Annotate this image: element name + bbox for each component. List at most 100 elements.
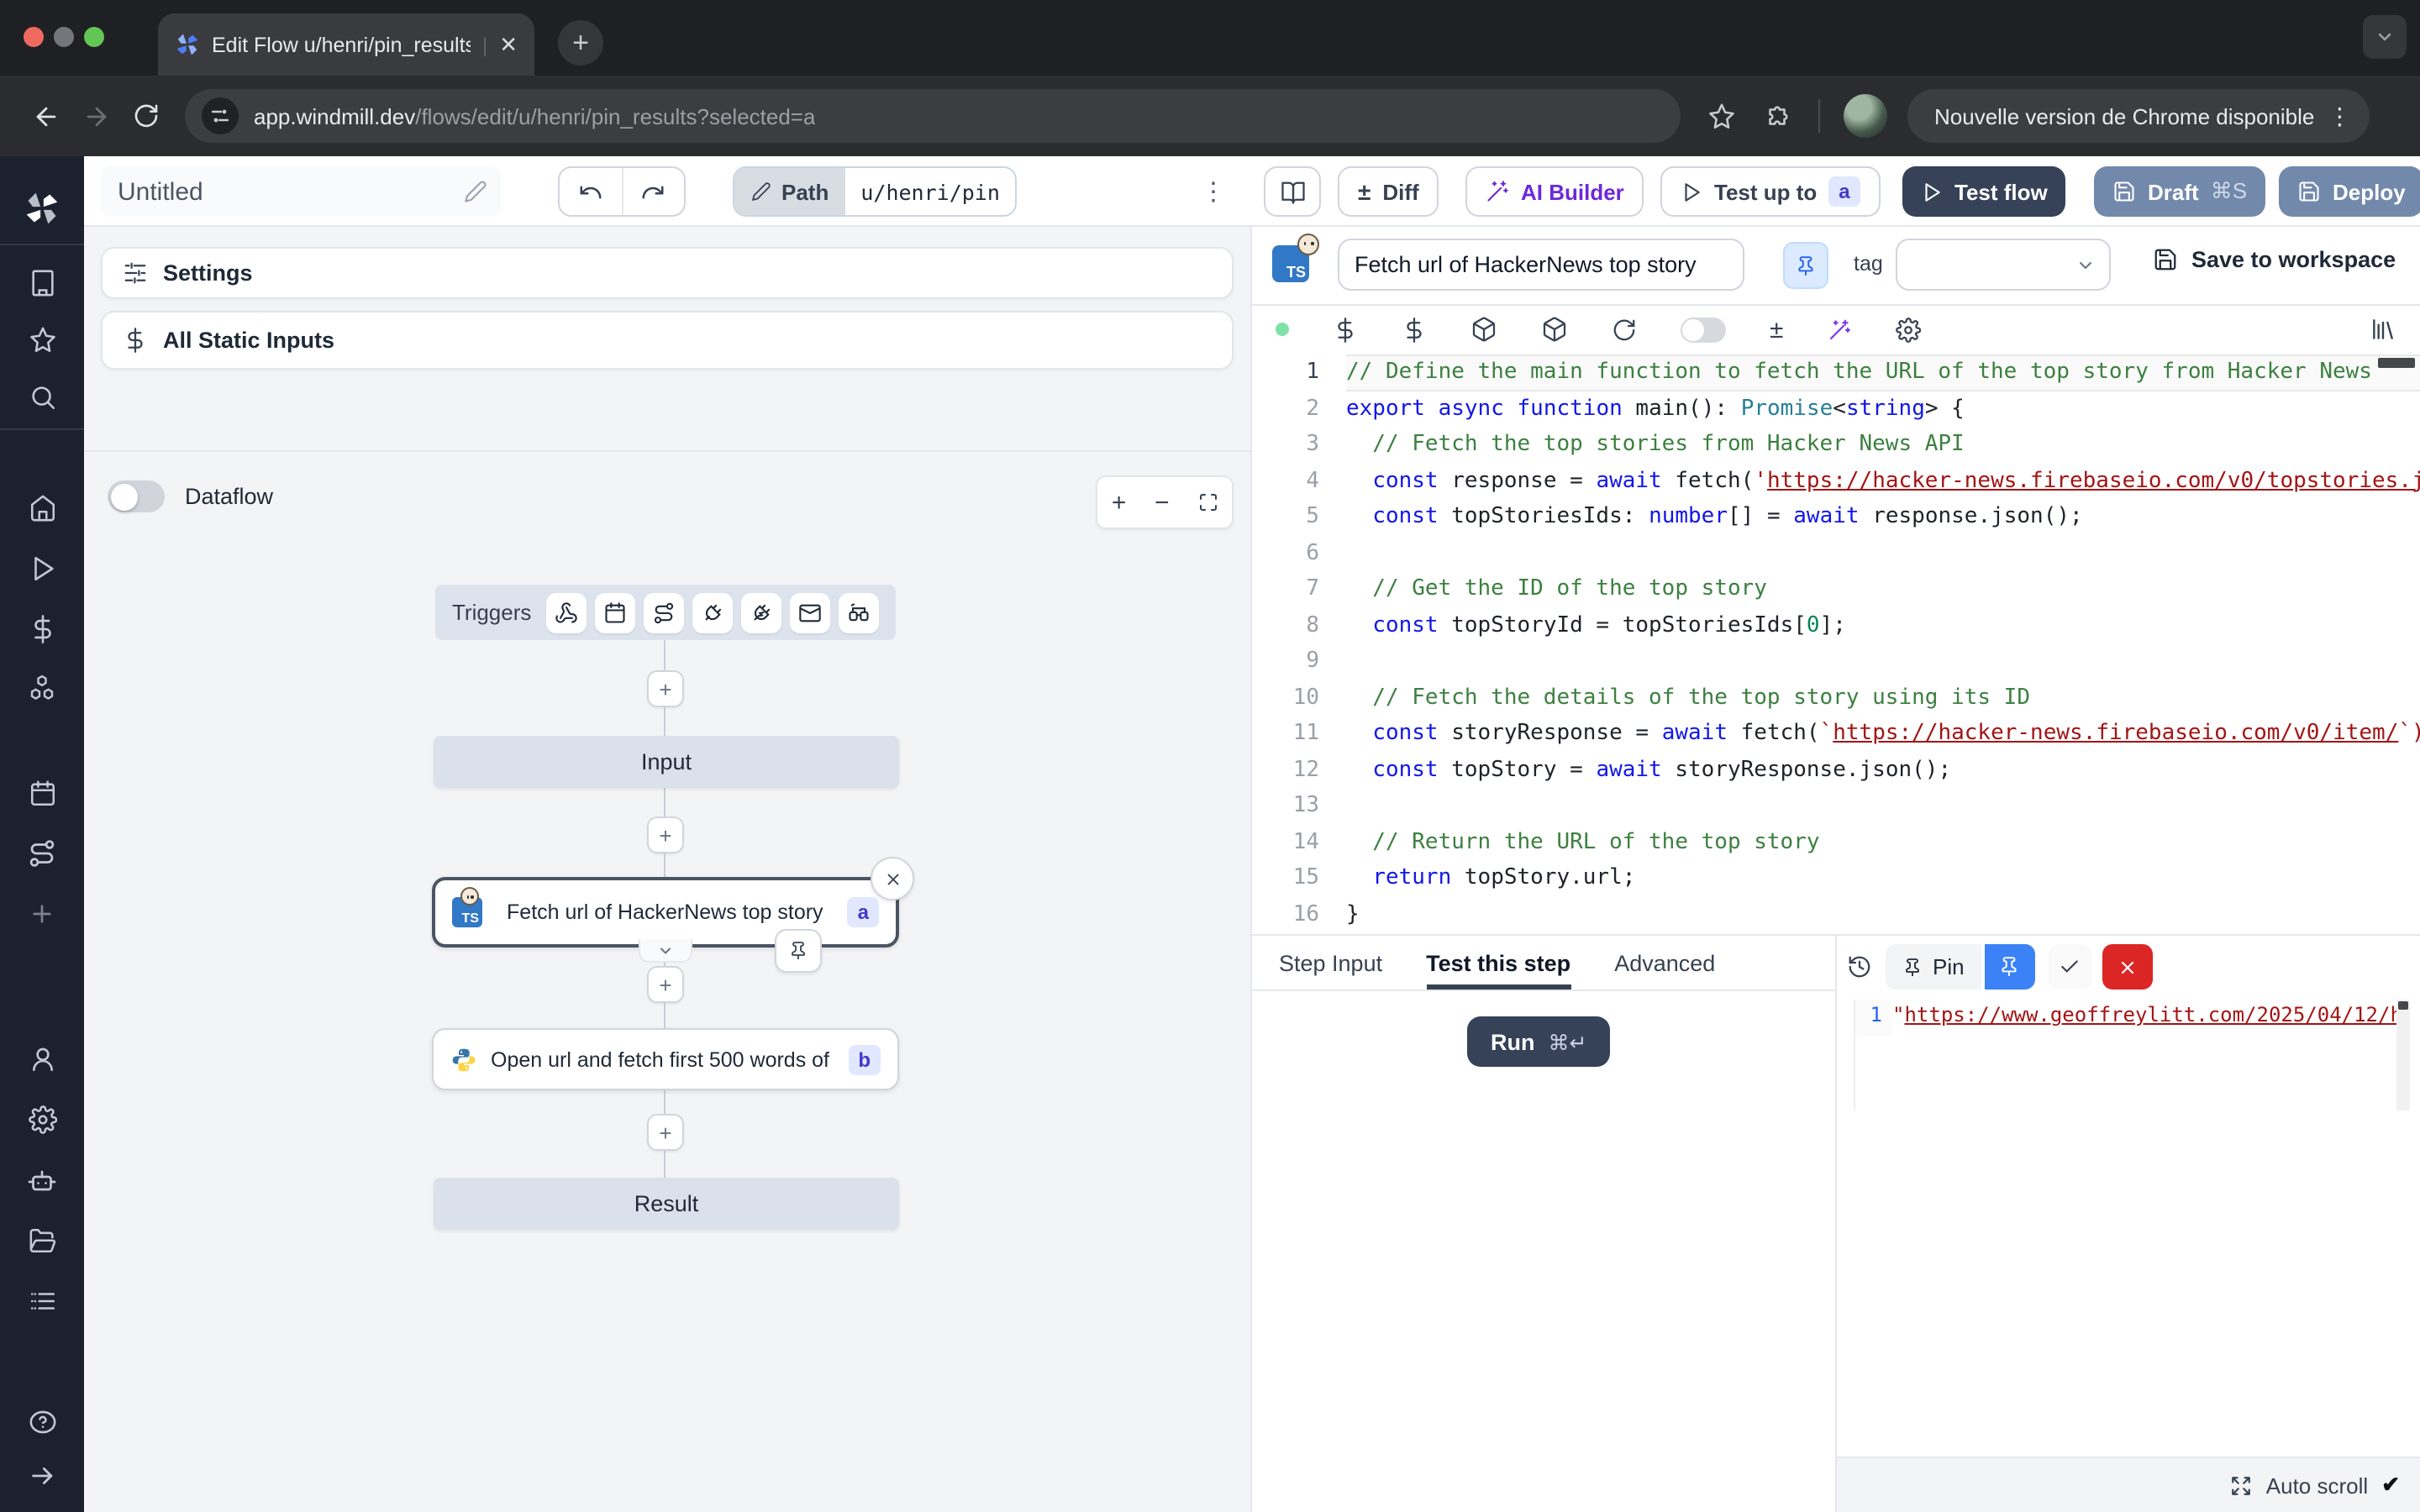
input-node[interactable]: Input <box>434 736 899 788</box>
more-options-icon[interactable]: ⋮ <box>1193 166 1234 217</box>
tab-advanced[interactable]: Advanced <box>1614 936 1715 990</box>
new-tab-button[interactable]: + <box>558 20 603 66</box>
extensions-icon[interactable] <box>1763 102 1791 130</box>
code-editor[interactable]: 1// Define the main function to fetch th… <box>1252 354 2420 934</box>
package-icon[interactable] <box>1470 316 1497 343</box>
tab-search-chevron-icon[interactable] <box>2363 15 2407 59</box>
expand-icon[interactable] <box>2231 1474 2253 1496</box>
clear-pin-button[interactable] <box>2102 944 2153 990</box>
browser-tab[interactable]: Edit Flow u/henri/pin_results | ✕ <box>158 13 534 76</box>
reload-code-icon[interactable] <box>1612 317 1637 342</box>
fit-view-icon[interactable] <box>1197 492 1218 512</box>
sidebar-item-search[interactable] <box>0 375 84 418</box>
close-window-button[interactable] <box>24 27 44 47</box>
sidebar-item-settings[interactable] <box>0 1097 84 1141</box>
undo-button[interactable] <box>560 168 621 215</box>
step-node-a[interactable]: TS Fetch url of HackerNews top story a <box>432 877 899 948</box>
windmill-logo[interactable] <box>0 186 84 230</box>
zoom-in-icon[interactable]: + <box>1112 488 1127 517</box>
expand-step-chevron-icon[interactable] <box>639 939 692 963</box>
deploy-button[interactable]: Deploy <box>2279 166 2420 217</box>
site-info-icon[interactable] <box>202 97 239 134</box>
add-resource-icon[interactable] <box>1402 317 1427 342</box>
code-line[interactable]: 4 const response = await fetch('https://… <box>1252 463 2420 499</box>
code-line[interactable]: 8 const topStoryId = topStoriesIds[0]; <box>1252 607 2420 643</box>
pin-step-button[interactable] <box>1783 242 1828 289</box>
flow-settings-button[interactable]: Settings <box>101 247 1234 299</box>
test-flow-button[interactable]: Test flow <box>1902 166 2066 217</box>
triggers-node[interactable]: Triggers <box>435 585 896 640</box>
tab-test-this-step[interactable]: Test this step <box>1426 936 1570 990</box>
save-to-workspace-button[interactable]: Save to workspace <box>2153 247 2396 272</box>
reload-icon[interactable] <box>121 91 171 141</box>
mini-scrollbar[interactable] <box>2396 1000 2410 1110</box>
insert-step-button[interactable]: + <box>647 670 684 707</box>
flow-name-field[interactable] <box>101 166 501 217</box>
code-line[interactable]: 16} <box>1252 896 2420 932</box>
sidebar-item-variables[interactable] <box>0 606 84 650</box>
kafka-trigger-icon[interactable] <box>741 592 781 633</box>
pin-button[interactable]: Pin <box>1886 944 1981 990</box>
sidebar-item-schedules[interactable] <box>0 771 84 815</box>
library-icon[interactable] <box>2370 316 2396 343</box>
path-label-segment[interactable]: Path <box>734 168 845 215</box>
back-icon[interactable] <box>20 91 71 141</box>
code-line[interactable]: 5 const topStoriesIds: number[] = await … <box>1252 499 2420 535</box>
sidebar-item-help[interactable] <box>0 1399 84 1443</box>
pinned-value-editor[interactable]: 1"https://www.geoffreylitt.com/2025/04/1… <box>1854 1000 2410 1110</box>
code-line[interactable]: 6 <box>1252 535 2420 571</box>
code-line[interactable]: 10 // Fetch the details of the top story… <box>1252 680 2420 716</box>
browser-menu-icon[interactable]: ⋮ <box>2328 102 2353 130</box>
redo-button[interactable] <box>621 168 684 215</box>
profile-avatar[interactable] <box>1844 94 1887 138</box>
code-line[interactable]: 7 // Get the ID of the top story <box>1252 571 2420 607</box>
email-trigger-icon[interactable] <box>790 592 830 633</box>
sidebar-item-users[interactable] <box>0 1037 84 1080</box>
websocket-trigger-icon[interactable] <box>692 592 733 633</box>
draft-button[interactable]: Draft ⌘S <box>2094 166 2265 217</box>
path-value[interactable]: u/henri/pin <box>845 168 1015 215</box>
result-node[interactable]: Result <box>434 1178 899 1230</box>
sidebar-item-add[interactable] <box>0 892 84 936</box>
package-install-icon[interactable] <box>1541 316 1568 343</box>
step-summary-input[interactable] <box>1338 239 1744 291</box>
test-up-to-button[interactable]: Test up to a <box>1660 166 1881 217</box>
forward-icon[interactable] <box>71 91 121 141</box>
history-icon[interactable] <box>1847 954 1872 979</box>
tag-select[interactable] <box>1896 239 2111 291</box>
minimap-slider[interactable] <box>2378 358 2415 368</box>
insert-step-button[interactable]: + <box>647 1114 684 1151</box>
bookmark-star-icon[interactable] <box>1707 102 1736 130</box>
sidebar-item-logs[interactable] <box>0 1278 84 1322</box>
sidebar-item-runs[interactable] <box>0 546 84 590</box>
editor-settings-icon[interactable] <box>1896 317 1921 342</box>
ai-assist-icon[interactable] <box>1827 317 1852 342</box>
code-line[interactable]: 15 return topStory.url; <box>1252 860 2420 896</box>
diff-icon[interactable]: ± <box>1770 315 1783 344</box>
tab-step-input[interactable]: Step Input <box>1279 936 1382 990</box>
diff-mode-toggle[interactable] <box>1681 317 1726 342</box>
path-control[interactable]: Path u/henri/pin <box>733 166 1017 217</box>
code-line[interactable]: 2export async function main(): Promise<s… <box>1252 391 2420 427</box>
ai-builder-button[interactable]: AI Builder <box>1465 166 1644 217</box>
remove-step-icon[interactable] <box>871 857 914 900</box>
code-line[interactable]: 12 const topStory = await storyResponse.… <box>1252 752 2420 788</box>
poll-trigger-icon[interactable] <box>839 592 879 633</box>
flow-name-input[interactable] <box>114 176 440 207</box>
auto-scroll-check-icon[interactable]: ✔ <box>2381 1472 2400 1499</box>
code-line[interactable]: 13 <box>1252 788 2420 824</box>
sidebar-item-folders[interactable] <box>0 1218 84 1262</box>
url-bar[interactable]: app.windmill.dev/flows/edit/u/henri/pin_… <box>185 89 1681 143</box>
sidebar-item-home[interactable] <box>0 486 84 529</box>
code-line[interactable]: 11 const storyResponse = await fetch(`ht… <box>1252 716 2420 752</box>
add-variable-icon[interactable] <box>1333 317 1358 342</box>
sidebar-item-flows[interactable] <box>0 832 84 875</box>
sidebar-item-favorites[interactable] <box>0 318 84 361</box>
code-line[interactable]: 3 // Fetch the top stories from Hacker N… <box>1252 427 2420 463</box>
all-static-inputs-button[interactable]: All Static Inputs <box>101 311 1234 370</box>
sidebar-item-resources[interactable] <box>0 667 84 711</box>
pin-active-button[interactable] <box>1985 944 2035 990</box>
schedule-trigger-icon[interactable] <box>595 592 635 633</box>
webhook-trigger-icon[interactable] <box>546 592 587 633</box>
run-button[interactable]: Run ⌘↵ <box>1467 1016 1610 1067</box>
